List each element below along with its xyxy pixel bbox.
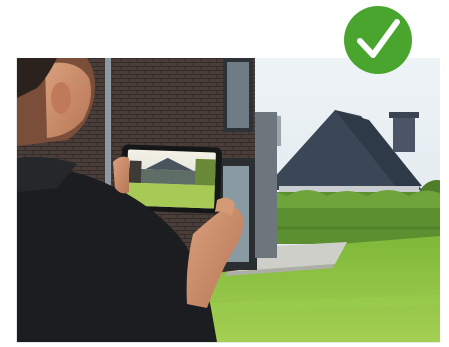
approved-badge [333, 6, 423, 74]
image-canvas [0, 0, 449, 347]
photo-illustration [17, 58, 440, 342]
checkmark-icon [344, 6, 412, 74]
ear [51, 82, 71, 114]
photo [16, 58, 440, 343]
